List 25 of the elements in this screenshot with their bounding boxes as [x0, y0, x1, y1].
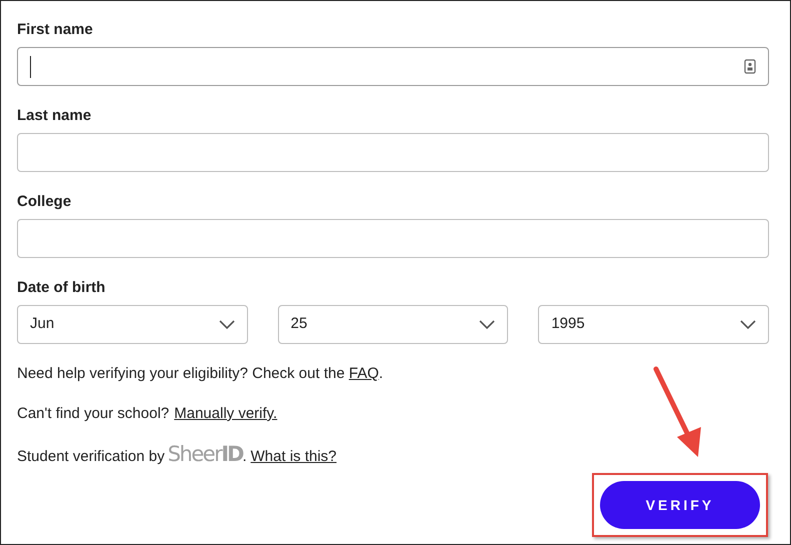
sheerid-logo: SheerID — [168, 444, 242, 464]
input-field[interactable] — [17, 47, 769, 86]
field-label: College — [17, 192, 72, 212]
help-text: Can't find your school? — [17, 404, 170, 424]
field-label: Date of birth — [17, 278, 106, 298]
verify-button[interactable]: VERIFY — [600, 481, 760, 529]
attribution-text: Student verification by — [17, 447, 165, 467]
dropdown[interactable]: Jun — [17, 305, 248, 344]
help-text: Need help verifying your eligibility? Check out the — [17, 364, 346, 384]
field-label: First name — [17, 20, 94, 40]
text-cursor — [30, 56, 31, 78]
dropdown[interactable]: 1995 — [538, 305, 770, 344]
chevron-down-icon — [740, 320, 756, 329]
period-text: . — [242, 448, 247, 467]
input-field[interactable] — [17, 219, 769, 258]
field-label: Last name — [17, 106, 92, 126]
contact-card-icon[interactable] — [744, 59, 756, 74]
faq-link[interactable]: FAQ — [348, 364, 379, 384]
dropdown[interactable]: 25 — [278, 305, 508, 344]
input-field[interactable] — [17, 133, 769, 172]
manual-verify-link[interactable]: Manually verify. — [174, 404, 278, 424]
chevron-down-icon — [479, 320, 496, 329]
chevron-down-icon — [218, 320, 235, 329]
what-is-this-link[interactable]: What is this? — [250, 447, 337, 467]
period-text: . — [378, 364, 384, 384]
